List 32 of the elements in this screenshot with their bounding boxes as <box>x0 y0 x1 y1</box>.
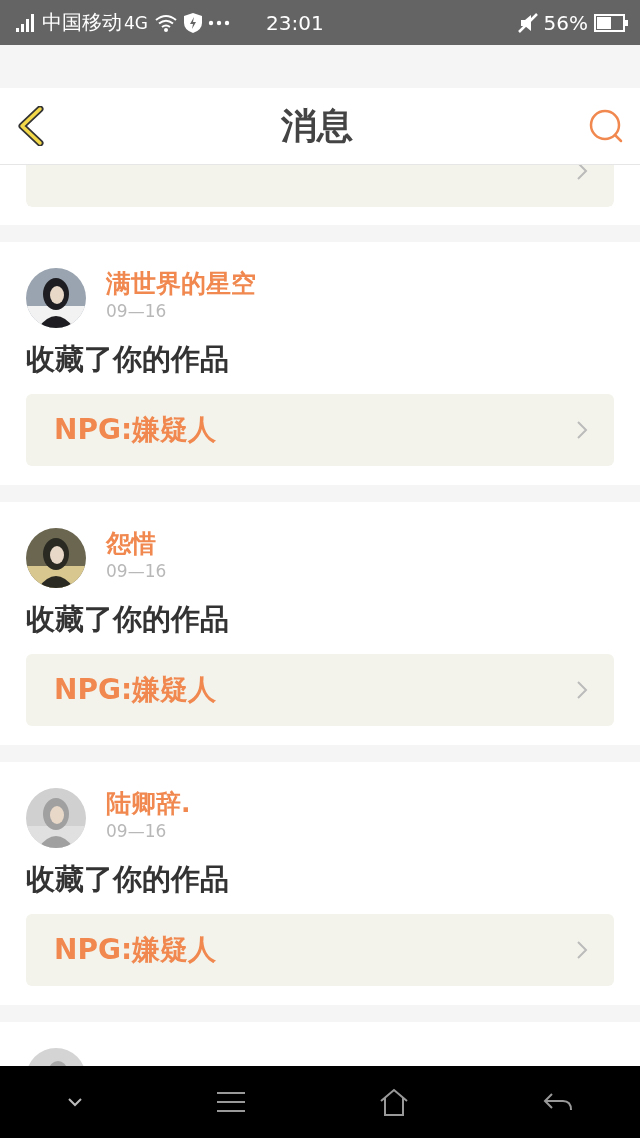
wifi-icon <box>154 13 178 32</box>
battery-percent: 56% <box>543 10 588 35</box>
message-text: 收藏了你的作品 <box>26 861 230 898</box>
chevron-icon <box>576 420 588 440</box>
home-icon[interactable] <box>379 1088 409 1116</box>
battery-icon <box>594 13 628 32</box>
work-link[interactable]: NPG:嫌疑人 <box>26 654 614 726</box>
message-text: 收藏了你的作品 <box>26 601 230 638</box>
work-link[interactable]: NPG:嫌疑人 <box>26 394 614 466</box>
chevron-down-icon[interactable] <box>67 1097 83 1107</box>
page-title: 消息 <box>281 103 353 148</box>
work-link[interactable]: NPG:嫌疑人 <box>26 914 614 986</box>
user-name[interactable]: 怨惜 <box>106 528 167 560</box>
menu-icon[interactable] <box>217 1091 245 1113</box>
clock-time: 23:01 <box>266 10 324 35</box>
chevron-icon <box>576 940 588 960</box>
back-icon[interactable] <box>16 106 46 146</box>
mute-icon <box>517 12 538 33</box>
message-date: 09—16 <box>106 820 168 842</box>
network-type: 4G <box>124 12 148 33</box>
more-icon <box>208 19 230 26</box>
signal-icon <box>16 13 36 32</box>
user-name[interactable]: 陆卿辞. <box>106 788 191 820</box>
message-date: 09—16 <box>106 560 167 582</box>
chevron-icon <box>576 680 588 700</box>
shield-icon <box>184 12 202 33</box>
chevron-icon <box>576 165 588 181</box>
back-arrow-icon[interactable] <box>543 1092 573 1112</box>
message-text: 收藏了你的作品 <box>26 341 230 378</box>
message-date: 09—16 <box>106 300 168 322</box>
user-name[interactable]: 满世界的星空 <box>106 268 256 300</box>
carrier-name: 中国移动 <box>42 9 122 36</box>
